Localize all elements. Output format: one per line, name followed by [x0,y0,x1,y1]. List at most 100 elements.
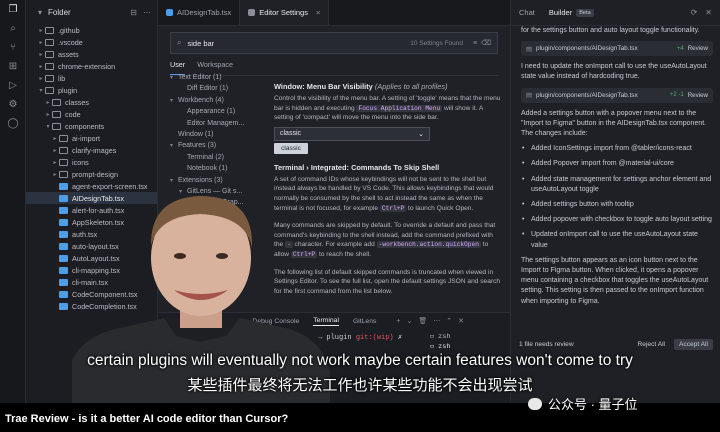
file-change-pill[interactable]: ▤ plugin/components/AIDesignTab.tsx +4 R… [521,41,713,57]
folder-item[interactable]: ▸ .github [26,24,157,36]
filter-icon[interactable]: ⌫ [481,39,491,47]
tree-item-label: .vscode [58,37,83,47]
settings-icon[interactable]: ⚙ [0,95,26,114]
terminal-instance[interactable]: ▭ zsh [430,342,480,352]
maximize-icon[interactable]: ⌃ [446,317,452,325]
reject-all-button[interactable]: Reject All [633,339,671,350]
file-icon [59,182,68,190]
settings-search-input[interactable] [187,38,411,48]
folder-icon [45,26,54,34]
toc-item-label: Text Editor (1) [178,74,222,81]
folder-icon [45,50,54,58]
toc-item[interactable]: ▾ Workbench (4) [170,97,270,108]
toc-item[interactable]: ▾ Text Editor (1) [170,74,270,85]
tab-chat[interactable]: Chat [519,8,535,17]
extensions-icon[interactable]: ⊞ [0,57,26,76]
folder-icon [59,170,68,178]
close-icon[interactable]: × [316,8,320,17]
change-item: Added Popover import from @material-ui/c… [521,159,713,169]
toc-item-label: Notebook (1) [187,165,228,173]
folder-item[interactable]: ▸ chrome-extension [26,60,157,72]
more-icon[interactable]: ⋯ [433,317,440,325]
select-option-classic[interactable]: classic [274,142,308,154]
search-icon[interactable]: ⌕ [0,19,26,38]
toc-item[interactable]: Terminal (2) [170,154,270,165]
terminal-instance[interactable]: ▭ zsh [430,332,480,342]
menu-bar-visibility-select[interactable]: classic ⌄ [274,126,430,141]
history-icon[interactable]: ⟳ [691,8,698,17]
wechat-icon [528,397,542,410]
folder-item[interactable]: ▾ plugin [26,84,157,96]
folder-item[interactable]: ▸ ai-import [26,132,157,144]
panel-tab[interactable]: GitLens [353,318,376,325]
tree-item-label: components [65,121,105,131]
tree-item-label: classes [65,97,89,107]
toc-item[interactable]: Window (1) [170,131,270,142]
folder-icon [52,122,61,130]
explorer-title: Folder [48,7,71,17]
folder-icon [59,146,68,154]
editor-tab[interactable]: Editor Settings × [240,0,330,25]
tree-item-label: assets [58,49,79,59]
chevron-right-icon: ▸ [39,51,43,58]
more-icon[interactable]: ⋯ [143,8,151,17]
scope-tab[interactable]: Workspace [197,60,233,75]
folder-icon [45,74,54,82]
trash-icon[interactable]: 🗑 [418,317,427,325]
webcam-presenter [72,196,330,403]
scope-tab[interactable]: User [170,60,186,75]
change-item: Added settings button with tooltip [521,200,713,210]
folder-item[interactable]: ▸ code [26,108,157,120]
clear-filter-icon[interactable]: ≡ [473,40,477,47]
file-icon [59,218,68,226]
accept-all-button[interactable]: Accept All [674,338,713,350]
chevron-right-icon: ▸ [53,135,57,142]
file-icon [59,254,68,262]
toc-item[interactable]: Diff Editor (1) [170,85,270,96]
folder-item[interactable]: ▸ icons [26,156,157,168]
review-bar: 1 file needs review Reject All Accept Al… [519,336,713,352]
toc-item-label: Diff Editor (1) [187,85,229,93]
close-icon[interactable]: ✕ [458,317,464,325]
plus-icon[interactable]: + [396,318,400,325]
chevron-down-icon[interactable]: ⌄ [406,317,412,325]
toc-item[interactable]: Notebook (1) [170,165,270,176]
folder-icon [45,38,54,46]
editor-tab-label: Editor Settings [259,8,308,17]
file-icon: ▤ [526,92,533,100]
chevron-right-icon: ▸ [39,63,43,70]
file-change-diff: +2 -1 [669,92,684,99]
folder-item[interactable]: ▸ prompt-design [26,168,157,180]
collapse-all-icon[interactable]: ⊟ [130,8,137,17]
review-button[interactable]: Review [688,45,708,52]
folder-item[interactable]: ▸ lib [26,72,157,84]
tree-item-label: ai-import [72,133,100,143]
account-icon[interactable]: ◯ [0,114,26,133]
close-icon[interactable]: ✕ [705,8,712,17]
folder-icon [45,86,54,94]
run-icon[interactable]: ▷ [0,76,26,95]
folder-item[interactable]: ▸ classes [26,96,157,108]
subtitle-english: certain plugins will eventually not work… [87,352,633,369]
terminal-prompt[interactable]: → plugin git:(wip) ✗ [318,333,402,342]
file-icon [59,290,68,298]
change-item: Added state management for settings anch… [521,175,713,195]
file-change-pill[interactable]: ▤ plugin/components/AIDesignTab.tsx +2 -… [521,87,713,103]
toc-item-label: Features (3) [178,142,217,150]
folder-item[interactable]: ▸ .vscode [26,36,157,48]
folder-item[interactable]: ▸ clarify-images [26,144,157,156]
folder-item[interactable]: ▸ assets [26,48,157,60]
review-button[interactable]: Review [688,92,708,99]
folder-item[interactable]: ▾ components [26,120,157,132]
toc-item[interactable]: Editor Managem... [170,120,270,131]
toc-item[interactable]: ▾ Features (3) [170,142,270,153]
file-change-name: plugin/components/AIDesignTab.tsx [536,91,638,99]
files-icon[interactable]: ❐ [0,0,26,19]
toc-item[interactable]: Appearance (1) [170,108,270,119]
editor-tab[interactable]: AIDesignTab.tsx [158,0,241,25]
chevron-down-icon: ▾ [170,143,174,150]
tab-builder[interactable]: Builder [549,8,572,17]
source-control-icon[interactable]: ⑂ [0,38,26,57]
toc-item-label: Terminal (2) [187,153,224,161]
activity-bar: ❐ ⌕ ⑂ ⊞ ▷ ⚙ ◯ [0,0,26,403]
